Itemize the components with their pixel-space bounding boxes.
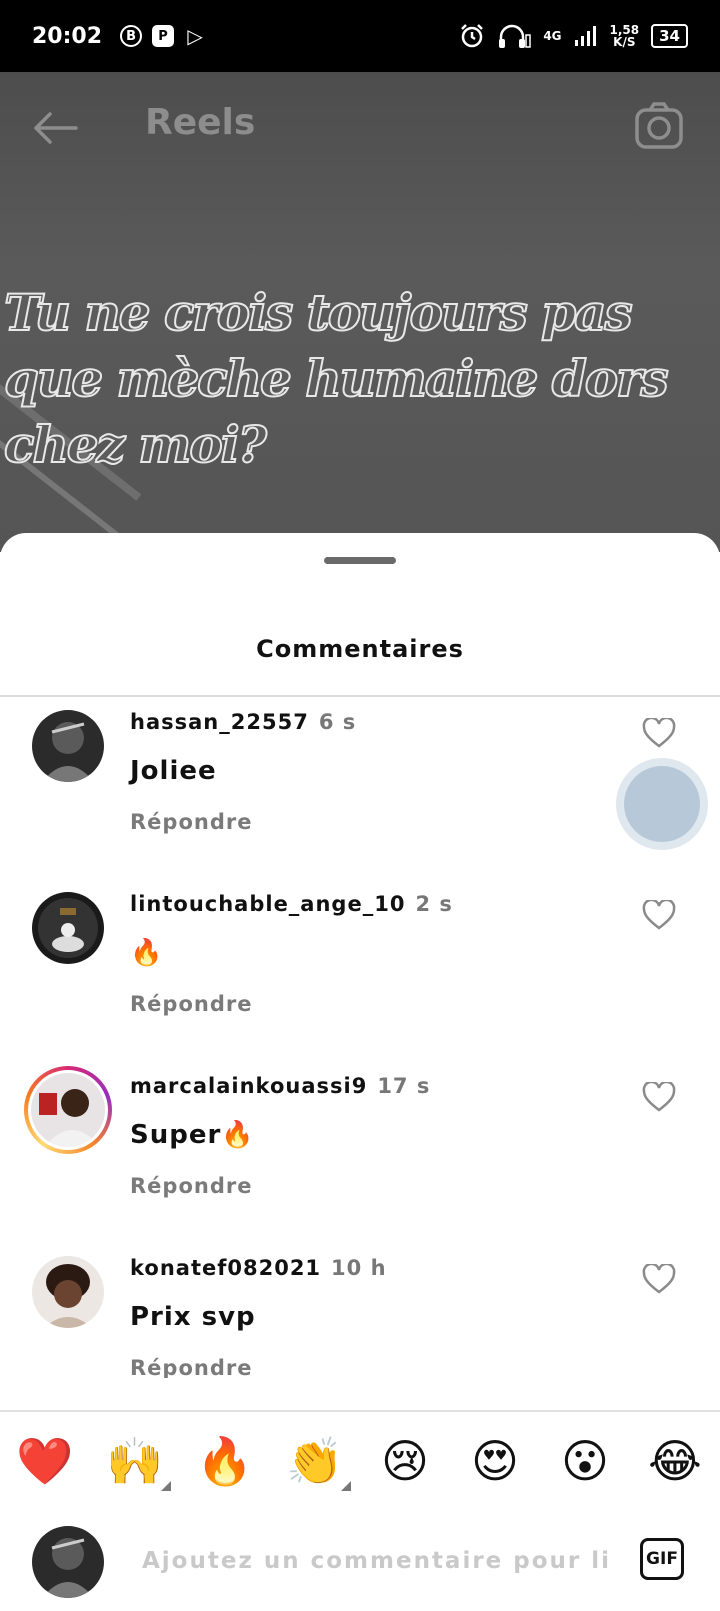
avatar[interactable] — [32, 710, 104, 782]
avatar[interactable] — [32, 1256, 104, 1328]
emoji-laugh-button[interactable]: 😂 — [645, 1434, 705, 1488]
avatar-image — [32, 1526, 104, 1598]
emoji-heart-eyes-button[interactable]: 😍 — [465, 1434, 525, 1488]
username[interactable]: hassan_22557 — [130, 710, 309, 734]
network-speed: 1,58 K/S — [610, 24, 640, 48]
skin-tone-indicator — [341, 1480, 351, 1491]
status-bar: 20:02 B P ▷ 4G 1,58 K/S 34 — [0, 0, 720, 72]
reply-button[interactable]: Répondre — [130, 1356, 252, 1378]
divider — [0, 695, 720, 697]
network-type: 4G — [543, 29, 562, 43]
username[interactable]: konatef082021 — [130, 1256, 321, 1280]
status-app-icons: B P ▷ — [120, 24, 206, 48]
comment-author[interactable]: konatef082021 10 h — [130, 1256, 387, 1280]
current-user-avatar — [32, 1526, 104, 1598]
comment-author[interactable]: lintouchable_ange_10 2 s — [130, 892, 453, 916]
emoji-bar: ❤️ 🙌 🔥 👏 😢 😍 😮 😂 — [0, 1410, 720, 1512]
headphones-icon — [499, 24, 532, 48]
reel-video[interactable]: Reels Tu ne crois toujours pas que mèche… — [0, 72, 720, 552]
comment-text: Super🔥 — [130, 1120, 255, 1150]
avatar-image — [32, 1256, 104, 1328]
emoji-fire-button[interactable]: 🔥 — [195, 1434, 255, 1489]
emoji-raised-hands-icon: 🙌 — [106, 1433, 164, 1488]
comment-item: lintouchable_ange_10 2 s 🔥 Répondre — [0, 892, 720, 1078]
battery-indicator: 34 — [651, 24, 688, 48]
avatar[interactable] — [32, 892, 104, 964]
avatar — [28, 1070, 108, 1150]
emoji-clap-icon: 👏 — [286, 1433, 344, 1488]
heart-outline-icon[interactable] — [642, 900, 676, 930]
username[interactable]: lintouchable_ange_10 — [130, 892, 405, 916]
avatar-story-ring[interactable] — [24, 1066, 112, 1154]
emoji-cry-button[interactable]: 😢 — [375, 1434, 435, 1488]
comment-item: konatef082021 10 h Prix svp Répondre — [0, 1256, 720, 1378]
comment-time: 10 h — [331, 1256, 387, 1280]
emoji-heart-button[interactable]: ❤️ — [15, 1434, 75, 1489]
comment-text: Joliee — [130, 756, 217, 786]
back-arrow-icon[interactable] — [32, 110, 80, 146]
comment-time: 17 s — [377, 1074, 431, 1098]
emoji-cry-icon: 😢 — [381, 1434, 429, 1488]
emoji-surprised-button[interactable]: 😮 — [555, 1434, 615, 1488]
reply-button[interactable]: Répondre — [130, 992, 252, 1016]
emoji-laugh-icon: 😂 — [648, 1434, 702, 1488]
heart-outline-icon[interactable] — [642, 718, 676, 748]
comment-item: hassan_22557 6 s Joliee Répondre — [0, 710, 720, 896]
emoji-heart-icon: ❤️ — [16, 1433, 74, 1488]
comment-time: 2 s — [415, 892, 453, 916]
emoji-heart-eyes-icon: 😍 — [471, 1434, 519, 1488]
signal-icon — [574, 26, 596, 46]
reel-header: Reels — [0, 72, 720, 182]
avatar-image — [32, 710, 104, 782]
camera-icon[interactable] — [634, 102, 684, 150]
page-title: Reels — [145, 102, 256, 143]
app-b-icon: B — [120, 25, 143, 47]
speed-unit: K/S — [613, 35, 636, 49]
app-p-icon: P — [152, 25, 175, 47]
comment-input-bar: GIF — [0, 1510, 720, 1611]
comment-item: marcalainkouassi9 17 s Super🔥 Répondre — [0, 1066, 720, 1260]
username[interactable]: marcalainkouassi9 — [130, 1074, 367, 1098]
reply-button[interactable]: Répondre — [130, 810, 252, 834]
reply-button[interactable]: Répondre — [130, 1174, 252, 1198]
emoji-clap-button[interactable]: 👏 — [285, 1433, 351, 1491]
comment-author[interactable]: hassan_22557 6 s — [130, 710, 356, 734]
alarm-icon — [461, 24, 484, 48]
comment-text: 🔥 — [130, 938, 164, 968]
comment-author[interactable]: marcalainkouassi9 17 s — [130, 1074, 430, 1098]
reel-caption: Tu ne crois toujours pas que mèche humai… — [3, 282, 670, 475]
heart-outline-icon[interactable] — [642, 1264, 676, 1294]
gif-button[interactable]: GIF — [640, 1538, 684, 1580]
drag-handle[interactable] — [324, 557, 396, 564]
emoji-surprised-icon: 😮 — [561, 1434, 609, 1488]
comment-input[interactable] — [140, 1540, 614, 1582]
play-store-icon: ▷ — [187, 24, 203, 48]
touch-ripple-inner — [624, 766, 700, 842]
status-time: 20:02 — [32, 23, 103, 49]
sheet-title: Commentaires — [256, 635, 464, 663]
avatar-image — [32, 892, 104, 964]
avatar-image — [31, 1073, 105, 1147]
heart-outline-icon[interactable] — [642, 1082, 676, 1112]
emoji-raised-hands-button[interactable]: 🙌 — [105, 1433, 171, 1491]
skin-tone-indicator — [161, 1480, 171, 1491]
comment-text: Prix svp — [130, 1302, 256, 1332]
touch-ripple — [616, 758, 708, 850]
comment-time: 6 s — [318, 710, 357, 734]
status-indicators: 4G 1,58 K/S 34 — [459, 23, 688, 49]
emoji-fire-icon: 🔥 — [196, 1433, 254, 1488]
